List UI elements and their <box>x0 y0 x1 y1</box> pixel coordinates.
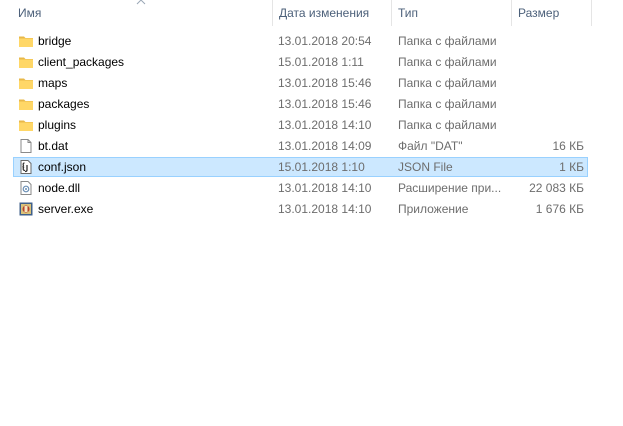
file-size <box>512 115 584 136</box>
column-header-bar: Имя Дата изменения Тип Размер <box>0 0 623 26</box>
file-row[interactable]: bt.dat 13.01.2018 14:09 Файл "DAT" 16 КБ <box>0 136 623 157</box>
file-name[interactable]: packages <box>38 94 268 115</box>
file-type: JSON File <box>398 160 453 174</box>
file-name[interactable]: plugins <box>38 115 268 136</box>
folder-icon <box>18 96 34 112</box>
file-name[interactable]: node.dll <box>38 178 268 199</box>
file-name[interactable]: maps <box>38 73 268 94</box>
folder-icon <box>18 33 34 49</box>
file-row[interactable]: conf.json 15.01.2018 1:10 JSON File 1 КБ <box>0 157 623 178</box>
file-row[interactable]: plugins 13.01.2018 14:10 Папка с файлами <box>0 115 623 136</box>
file-icon <box>18 138 34 154</box>
folder-icon <box>18 117 34 133</box>
json-file-icon <box>18 159 34 175</box>
file-row[interactable]: packages 13.01.2018 15:46 Папка с файлами <box>0 94 623 115</box>
column-divider[interactable] <box>591 0 592 26</box>
file-type: Папка с файлами <box>398 97 497 111</box>
file-size: 1 676 КБ <box>535 202 584 216</box>
file-type: Расширение при... <box>398 181 502 195</box>
file-type: Папка с файлами <box>398 76 497 90</box>
file-size <box>512 73 584 94</box>
file-row[interactable]: client_packages 15.01.2018 1:11 Папка с фа… <box>0 52 623 73</box>
folder-icon <box>18 75 34 91</box>
column-header-size[interactable]: Размер <box>512 0 592 26</box>
file-size: 22 083 КБ <box>529 181 584 195</box>
column-header-date[interactable]: Дата изменения <box>273 0 391 26</box>
file-date-modified: 15.01.2018 1:11 <box>278 55 364 69</box>
file-name[interactable]: client_packages <box>38 52 268 73</box>
file-name[interactable]: server.exe <box>38 199 268 220</box>
file-row[interactable]: node.dll 13.01.2018 14:10 Расширение при..… <box>0 178 623 199</box>
file-size <box>512 94 584 115</box>
exe-app-icon <box>18 201 34 217</box>
column-header-type[interactable]: Тип <box>392 0 511 26</box>
file-type: Папка с файлами <box>398 34 497 48</box>
file-row[interactable]: maps 13.01.2018 15:46 Папка с файлами <box>0 73 623 94</box>
file-name[interactable]: bt.dat <box>38 136 268 157</box>
file-date-modified: 13.01.2018 14:10 <box>278 181 372 195</box>
file-date-modified: 13.01.2018 20:54 <box>278 34 372 48</box>
dll-file-icon <box>18 180 34 196</box>
file-size: 1 КБ <box>559 160 584 174</box>
file-type: Папка с файлами <box>398 118 497 132</box>
file-row[interactable]: server.exe 13.01.2018 14:10 Приложение 1 67… <box>0 199 623 220</box>
file-row[interactable]: bridge 13.01.2018 20:54 Папка с файлами <box>0 31 623 52</box>
file-date-modified: 13.01.2018 15:46 <box>278 97 372 111</box>
file-date-modified: 13.01.2018 14:10 <box>278 118 372 132</box>
file-list: bridge 13.01.2018 20:54 Папка с файлами cli… <box>0 31 623 220</box>
file-date-modified: 13.01.2018 14:09 <box>278 139 372 153</box>
folder-icon <box>18 54 34 70</box>
file-type: Папка с файлами <box>398 55 497 69</box>
file-date-modified: 13.01.2018 15:46 <box>278 76 372 90</box>
column-header-name[interactable]: Имя <box>12 0 272 26</box>
file-date-modified: 15.01.2018 1:10 <box>278 160 365 174</box>
file-name[interactable]: conf.json <box>38 157 268 178</box>
file-size <box>512 31 584 52</box>
file-size <box>512 52 584 73</box>
file-date-modified: 13.01.2018 14:10 <box>278 202 372 216</box>
file-size: 16 КБ <box>552 139 584 153</box>
file-type: Приложение <box>398 202 469 216</box>
file-type: Файл "DAT" <box>398 139 463 153</box>
file-name[interactable]: bridge <box>38 31 268 52</box>
